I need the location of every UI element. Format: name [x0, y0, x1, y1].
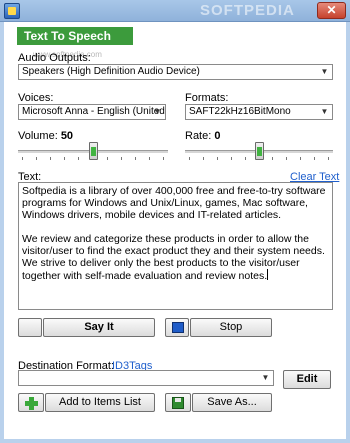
stop-icon	[172, 322, 184, 333]
slider-tick	[286, 157, 287, 160]
text-caret	[267, 269, 269, 280]
text-paragraph: Softpedia is a library of over 400,000 f…	[22, 185, 326, 221]
audio-outputs-select[interactable]: Speakers (High Definition Audio Device) …	[18, 64, 333, 80]
slider-tick	[149, 157, 150, 160]
slider-tick	[50, 157, 51, 160]
close-button[interactable]: ✕	[317, 2, 346, 19]
slider-tick	[107, 157, 108, 160]
slider-tick	[272, 157, 273, 160]
stop-icon-button[interactable]	[165, 318, 189, 337]
slider-tick	[231, 157, 232, 160]
say-icon-button[interactable]	[18, 318, 42, 337]
volume-value: 50	[60, 130, 74, 142]
slider-tick	[163, 157, 164, 160]
formats-select[interactable]: SAFT22kHz16BitMono ▼	[185, 104, 333, 120]
edit-button[interactable]: Edit	[283, 370, 331, 389]
slider-tick	[300, 157, 301, 160]
volume-label: Volume: 50	[18, 130, 73, 142]
chevron-down-icon: ▼	[261, 373, 270, 382]
volume-label-text: Volume:	[18, 130, 58, 142]
volume-slider-thumb[interactable]	[89, 142, 98, 160]
page-title: Text To Speech	[17, 27, 133, 45]
slider-tick	[36, 157, 37, 160]
title-bar: SOFTPEDIA ✕	[0, 0, 350, 22]
slider-tick	[22, 157, 23, 160]
plus-icon	[25, 397, 38, 410]
formats-value: SAFT22kHz16BitMono	[189, 106, 291, 117]
slider-tick	[203, 157, 204, 160]
slider-tick	[189, 157, 190, 160]
add-to-items-list-button[interactable]: Add to Items List	[45, 393, 155, 412]
slider-tick	[64, 157, 65, 160]
slider-tick	[121, 157, 122, 160]
chevron-down-icon: ▼	[320, 67, 329, 76]
rate-slider[interactable]	[185, 142, 333, 162]
rate-slider-thumb[interactable]	[255, 142, 264, 160]
slider-tick	[78, 157, 79, 160]
slider-tick	[328, 157, 329, 160]
rate-label: Rate: 0	[185, 130, 220, 142]
slider-tick	[217, 157, 218, 160]
save-as-button[interactable]: Save As...	[192, 393, 272, 412]
rate-value: 0	[214, 130, 221, 142]
watermark: SOFTPEDIA	[200, 2, 295, 19]
text-input[interactable]: Softpedia is a library of over 400,000 f…	[18, 182, 333, 310]
save-icon-button[interactable]	[165, 393, 191, 412]
voices-value: Microsoft Anna - English (United States	[22, 106, 165, 117]
stop-button[interactable]: Stop	[190, 318, 272, 337]
destination-format-select[interactable]: ▼	[18, 370, 274, 386]
audio-outputs-label: Audio Outputs:	[18, 52, 91, 64]
text-paragraph-last: We review and categorize these products …	[22, 233, 329, 282]
volume-slider[interactable]	[18, 142, 168, 162]
voices-label: Voices:	[18, 92, 54, 104]
app-icon	[4, 3, 20, 19]
slider-tick	[314, 157, 315, 160]
voices-select[interactable]: Microsoft Anna - English (United States …	[18, 104, 166, 120]
say-it-button[interactable]: Say It	[43, 318, 155, 337]
text-paragraph-2: We review and categorize these products …	[22, 233, 325, 282]
chevron-down-icon: ▼	[153, 107, 162, 116]
chevron-down-icon: ▼	[320, 107, 329, 116]
add-icon-button[interactable]	[18, 393, 44, 412]
save-icon	[172, 397, 184, 409]
slider-tick	[245, 157, 246, 160]
slider-tick	[135, 157, 136, 160]
rate-label-text: Rate:	[185, 130, 212, 142]
formats-label: Formats:	[185, 92, 229, 104]
audio-outputs-value: Speakers (High Definition Audio Device)	[22, 66, 200, 77]
